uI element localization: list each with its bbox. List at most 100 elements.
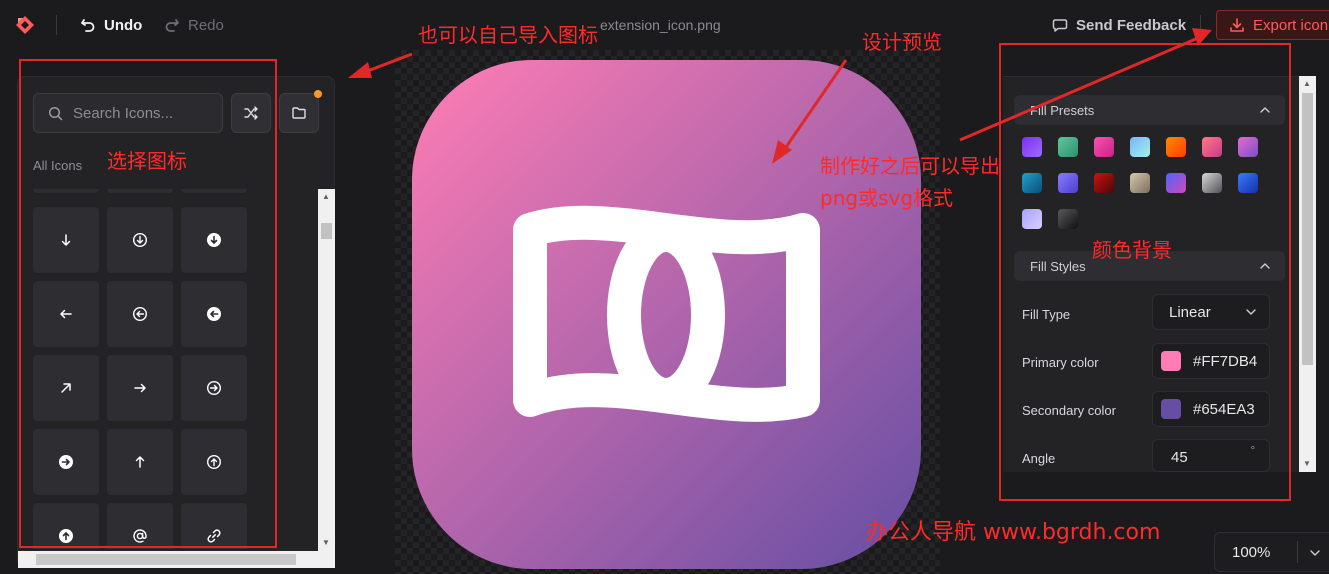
icon-tile[interactable] [181,281,247,347]
primary-color-field[interactable]: #FF7DB4 [1152,343,1270,379]
preset-swatch[interactable] [1202,173,1222,193]
arrow-left-circle-filled-icon [207,307,221,321]
annotation-export-1: 制作好之后可以导出 [820,154,1000,178]
scrollbar-thumb[interactable] [1302,93,1313,365]
primary-color-swatch[interactable] [1161,351,1181,371]
icon-list-scrollbar[interactable]: ▲ ▼ [318,189,335,551]
icon-tile[interactable] [33,207,99,273]
icon-tile[interactable] [33,189,99,193]
angle-input[interactable]: 45 ° [1152,439,1270,472]
preset-swatch[interactable] [1238,137,1258,157]
icon-tile[interactable] [181,503,247,549]
fill-presets-header[interactable]: Fill Presets [1014,95,1285,125]
app-logo-icon [16,16,34,34]
horizontal-scrollbar[interactable] [18,551,335,568]
icon-tile[interactable] [107,429,173,495]
preset-swatch[interactable] [1238,173,1258,193]
scrollbar-thumb[interactable] [321,223,332,239]
section-label: All Icons [33,158,83,173]
icon-tile[interactable] [181,355,247,421]
undo-button[interactable]: Undo [80,14,142,36]
secondary-color-field[interactable]: #654EA3 [1152,391,1270,427]
zoom-value: 100% [1232,544,1271,561]
search-box [33,93,223,133]
icon-tile[interactable] [107,503,173,549]
preset-swatch[interactable] [1058,173,1078,193]
icon-tile[interactable] [107,355,173,421]
arrow-up-right-icon [61,383,71,393]
preset-swatch[interactable] [1022,209,1042,229]
preset-swatch[interactable] [1166,137,1186,157]
primary-color-label: Primary color [1022,355,1099,370]
icon-preview [412,60,921,569]
scrollbar-thumb[interactable] [36,554,296,565]
preset-swatch[interactable] [1022,137,1042,157]
primary-color-value: #FF7DB4 [1193,352,1258,370]
preset-swatch[interactable] [1166,173,1186,193]
notification-dot [314,90,322,98]
export-icon-button[interactable]: Export icon [1216,10,1329,40]
undo-icon [81,19,95,32]
secondary-color-value: #654EA3 [1193,400,1255,418]
preset-swatch[interactable] [1058,209,1078,229]
secondary-color-swatch[interactable] [1161,399,1181,419]
icon-tile[interactable] [107,207,173,273]
divider [1297,541,1298,563]
icon-grid [18,189,318,549]
fill-type-select[interactable]: Linear [1152,294,1270,330]
preset-swatch[interactable] [1130,137,1150,157]
annotation-site: 办公人导航 www.bgrdh.com [866,520,1161,545]
arrow-up-circle-icon [206,454,222,470]
redo-label: Redo [188,16,224,34]
banknote-icon [412,60,921,569]
arrow-up-icon [135,456,145,468]
import-folder-button[interactable] [279,93,319,133]
scroll-up-arrow-icon[interactable]: ▲ [322,192,330,201]
export-icon-label: Export icon [1253,16,1329,34]
icon-tile[interactable] [181,207,247,273]
icon-tile[interactable] [107,281,173,347]
arrow-right-icon [134,383,146,393]
icon-tile[interactable] [33,429,99,495]
preset-swatch[interactable] [1130,173,1150,193]
arrow-right-circle-filled-icon [59,455,73,469]
fill-styles-title: Fill Styles [1030,258,1086,274]
preset-swatch[interactable] [1202,137,1222,157]
arrow-down-circle-filled-icon [207,233,221,247]
preset-swatch[interactable] [1022,173,1042,193]
undo-label: Undo [104,16,143,34]
icon-tile[interactable] [181,189,247,193]
scroll-up-arrow-icon[interactable]: ▲ [1303,79,1311,88]
scroll-down-arrow-icon[interactable]: ▼ [1303,459,1311,468]
annotation-export-2: png或svg格式 [820,186,954,210]
annotation-choose-icon: 选择图标 [107,149,187,173]
shuffle-button[interactable] [231,93,271,133]
send-feedback-button[interactable]: Send Feedback [1052,14,1186,36]
arrow-right-circle-icon [206,380,222,396]
annotation-color-background: 颜色背景 [1092,238,1172,262]
annotation-preview: 设计预览 [862,30,942,54]
chevron-down-icon [1246,309,1256,315]
secondary-color-label: Secondary color [1022,403,1116,418]
chevron-up-icon [1260,263,1270,269]
divider [56,15,57,35]
divider [1200,15,1201,35]
redo-button[interactable]: Redo [164,14,224,36]
preset-swatch[interactable] [1094,173,1114,193]
icon-tile[interactable] [33,503,99,549]
zoom-control[interactable]: 100% [1214,532,1329,572]
icon-tile[interactable] [33,281,99,347]
preset-swatch[interactable] [1094,137,1114,157]
fill-presets-title: Fill Presets [1030,102,1095,118]
icon-tile[interactable] [33,355,99,421]
style-panel-scrollbar[interactable]: ▲ ▼ [1299,76,1316,472]
icon-tile[interactable] [181,429,247,495]
arrow-up-circle-filled-icon [59,529,73,543]
icon-tile[interactable] [107,189,173,193]
chat-bubble-icon [1052,19,1068,32]
search-icon [48,106,63,120]
chevron-down-icon [1310,550,1320,556]
scroll-down-arrow-icon[interactable]: ▼ [322,538,330,547]
preset-swatch[interactable] [1058,137,1078,157]
search-input[interactable] [73,104,213,122]
